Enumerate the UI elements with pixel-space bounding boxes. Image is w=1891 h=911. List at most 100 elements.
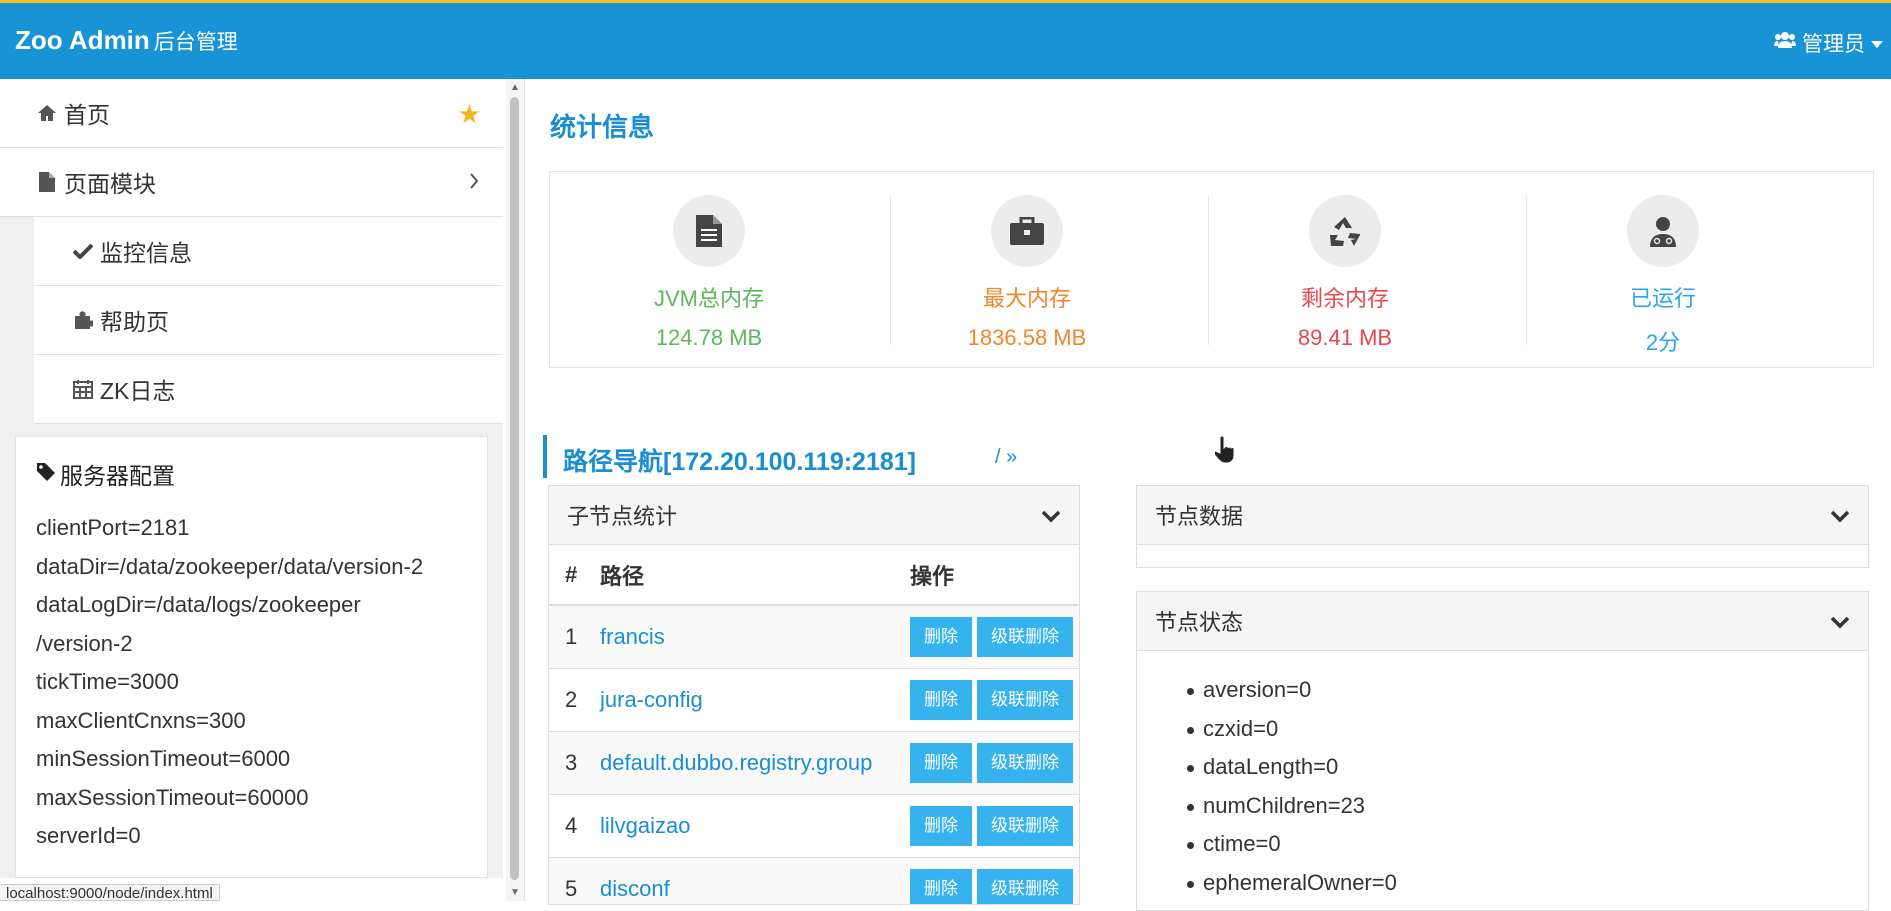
users-icon — [1774, 31, 1796, 55]
table-row: 2 jura-config 删除 级联删除 — [549, 667, 1079, 731]
config-line: /version-2 — [36, 630, 133, 656]
row-number: 3 — [549, 730, 584, 794]
brand[interactable]: Zoo Admin 后台管理 — [15, 25, 238, 56]
config-line: minSessionTimeout=6000 — [36, 746, 291, 771]
file-icon — [673, 195, 745, 267]
node-path-link[interactable]: disconf — [600, 876, 670, 901]
list-item: czxid=0 — [1187, 710, 1868, 749]
stats-title: 统计信息 — [550, 112, 655, 142]
scroll-up-icon[interactable]: ▲ — [510, 82, 520, 93]
delete-button[interactable]: 删除 — [910, 679, 972, 720]
column-header: 操作 — [894, 545, 1079, 606]
cascade-delete-button[interactable]: 级联删除 — [977, 805, 1073, 846]
node-path-link[interactable]: default.dubbo.registry.group — [600, 750, 872, 775]
config-line: dataDir=/data/zookeeper/data/version-2 — [36, 553, 424, 579]
row-actions: 删除 级联删除 — [894, 856, 1079, 904]
row-number: 4 — [549, 793, 584, 857]
brand-subtitle: 后台管理 — [153, 31, 238, 54]
sidebar-item-monitor[interactable]: 监控信息 — [34, 217, 503, 286]
scroll-down-icon[interactable]: ▼ — [510, 887, 520, 898]
node-status-panel: 节点状态 aversion=0 czxid=0 dataLength=0 num… — [1136, 591, 1869, 911]
config-line: maxSessionTimeout=60000 — [36, 784, 309, 810]
stat-label: JVM总内存 — [653, 286, 764, 311]
table-header-row: # 路径 操作 — [549, 545, 1079, 606]
config-line: dataLogDir=/data/logs/zookeeper — [36, 592, 361, 617]
puzzle-icon — [72, 310, 94, 330]
user-name: 管理员 — [1802, 33, 1865, 56]
stat-jvm-total: JVM总内存 124.78 MB — [550, 195, 868, 350]
stat-free-memory: 剩余内存 89.41 MB — [1186, 195, 1504, 350]
user-menu[interactable]: 管理员 — [1774, 28, 1883, 58]
list-item: ctime=0 — [1187, 825, 1868, 864]
chevron-down-icon[interactable] — [1830, 504, 1850, 530]
list-item: ephemeralOwner=0 — [1187, 864, 1868, 903]
column-header: 路径 — [584, 545, 894, 606]
top-navbar: Zoo Admin 后台管理 管理员 — [0, 0, 1891, 79]
table-row: 5 disconf 删除 级联删除 — [549, 856, 1079, 904]
briefcase-icon — [991, 195, 1063, 267]
home-icon — [36, 104, 58, 122]
panel-title: 子节点统计 — [567, 504, 678, 529]
stat-label: 剩余内存 — [1300, 286, 1389, 311]
sidebar-item-label: 首页 — [64, 102, 110, 128]
stat-max-memory: 最大内存 1836.58 MB — [868, 195, 1186, 350]
path-title: 路径导航[172.20.100.119:2181] — [563, 448, 916, 476]
file-icon — [36, 172, 58, 192]
stat-value: 124.78 MB — [655, 325, 763, 350]
sidebar-scrollbar[interactable]: ▲ ▼ — [506, 79, 524, 901]
cascade-delete-button[interactable]: 级联删除 — [977, 868, 1073, 904]
scrollbar-thumb[interactable] — [510, 97, 519, 880]
delete-button[interactable]: 删除 — [910, 805, 972, 846]
chevron-right-icon — [469, 172, 479, 195]
chevron-down-icon[interactable] — [1041, 504, 1061, 530]
node-path-link[interactable]: jura-config — [600, 687, 703, 712]
breadcrumb[interactable]: / » — [995, 446, 1017, 469]
check-icon — [72, 243, 94, 259]
list-item: dataLength=0 — [1187, 748, 1868, 787]
stat-uptime: 已运行 2分 — [1504, 195, 1822, 355]
status-bar-url: localhost:9000/node/index.html — [0, 884, 220, 902]
list-item: aversion=0 — [1187, 671, 1868, 710]
child-nodes-header[interactable]: 子节点统计 — [549, 486, 1079, 545]
cascade-delete-button[interactable]: 级联删除 — [977, 616, 1073, 657]
server-config-wrapper: 服务器配置 clientPort=2181 dataDir=/data/zook… — [0, 424, 503, 878]
node-data-panel: 节点数据 — [1136, 485, 1869, 568]
node-path-link[interactable]: francis — [600, 624, 665, 649]
stat-value: 89.41 MB — [1297, 325, 1393, 350]
tag-icon — [36, 461, 56, 488]
star-icon[interactable]: ★ — [458, 99, 481, 130]
sidebar-item-pages[interactable]: 页面模块 — [0, 148, 503, 217]
node-status-header[interactable]: 节点状态 — [1137, 592, 1868, 651]
delete-button[interactable]: 删除 — [910, 742, 972, 783]
row-number: 2 — [549, 667, 584, 731]
sidebar-item-zk-log[interactable]: ZK日志 — [34, 355, 503, 424]
cascade-delete-button[interactable]: 级联删除 — [977, 679, 1073, 720]
panel-title: 节点状态 — [1155, 610, 1244, 635]
brand-name: Zoo Admin — [15, 25, 150, 55]
panel-title: 节点数据 — [1155, 504, 1244, 529]
table-row: 4 lilvgaizao 删除 级联删除 — [549, 793, 1079, 857]
sidebar-submenu: 监控信息 帮助页 ZK日志 — [0, 217, 503, 424]
config-line: serverId=0 — [36, 823, 141, 848]
table-row: 3 default.dubbo.registry.group 删除 级联删除 — [549, 730, 1079, 794]
column-header: # — [549, 545, 584, 606]
row-path: disconf — [584, 856, 894, 904]
config-line: tickTime=3000 — [36, 669, 179, 694]
node-data-header[interactable]: 节点数据 — [1137, 486, 1868, 545]
main-content: 统计信息 JVM总内存 124.78 MB 最大内存 1836.58 MB 剩余… — [525, 79, 1891, 911]
sidebar-item-label: 监控信息 — [100, 240, 192, 266]
server-config-panel: 服务器配置 clientPort=2181 dataDir=/data/zook… — [15, 436, 488, 878]
table-body: 1 francis 删除 级联删除 2 jura-config 删除 级联删除 3 default… — [549, 604, 1079, 904]
chevron-down-icon[interactable] — [1830, 610, 1850, 636]
sidebar-item-label: ZK日志 — [100, 378, 176, 404]
path-navigation: 路径导航[172.20.100.119:2181] / » — [543, 435, 1873, 478]
delete-button[interactable]: 删除 — [910, 868, 972, 904]
sidebar-item-home[interactable]: 首页 ★ — [0, 79, 503, 148]
delete-button[interactable]: 删除 — [910, 616, 972, 657]
node-path-link[interactable]: lilvgaizao — [600, 813, 691, 838]
list-item: numChildren=23 — [1187, 787, 1868, 826]
cascade-delete-button[interactable]: 级联删除 — [977, 742, 1073, 783]
user-md-icon — [1627, 195, 1699, 267]
sidebar-item-help[interactable]: 帮助页 — [34, 286, 503, 355]
config-title-text: 服务器配置 — [60, 463, 175, 489]
